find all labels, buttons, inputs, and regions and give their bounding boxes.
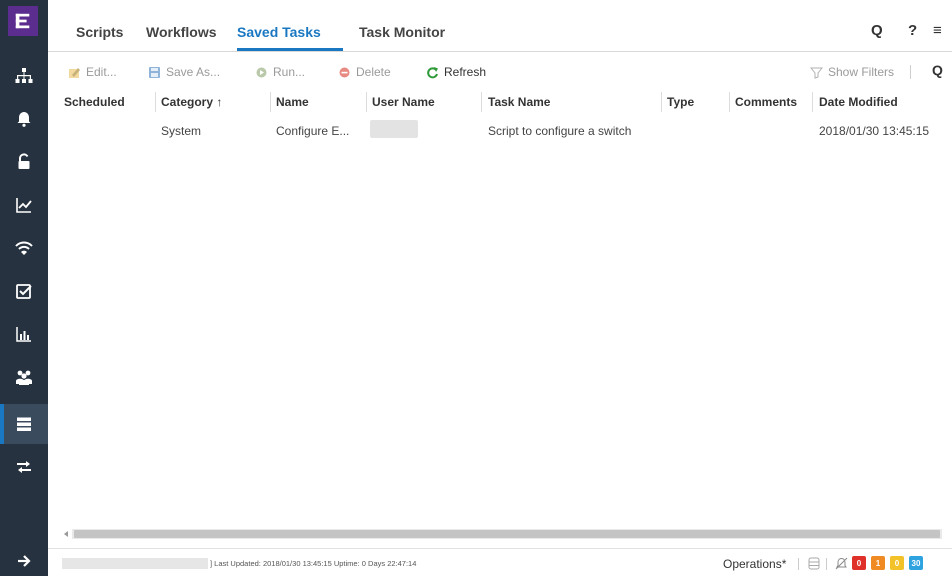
status-text: ] Last Updated: 2018/01/30 13:45:15 Upti… [210,559,417,568]
column-divider[interactable] [729,92,730,112]
expand-arrow-icon [18,555,31,567]
delete-icon [339,67,350,77]
edit-label: Edit... [86,65,117,79]
cell-date-modified: 2018/01/30 13:45:15 [819,124,930,138]
extreme-logo[interactable] [8,6,38,36]
column-divider[interactable] [270,92,271,112]
sidebar-item-tasks-check[interactable] [0,271,48,311]
filter-icon [810,67,823,79]
column-divider[interactable] [366,92,367,112]
info-alarms-badge[interactable]: 30 [909,556,923,570]
search-icon[interactable]: Q [871,22,883,39]
analytics-line-icon [16,198,32,213]
active-tab-indicator [237,48,343,51]
cell-name: Configure E... [276,124,350,138]
sidebar-item-alarms[interactable] [0,99,48,139]
status-divider [826,558,827,570]
column-divider[interactable] [661,92,662,112]
server-info-redacted [62,558,208,569]
saved-tasks-table: Scheduled Category ↑ Name User Name Task… [48,88,952,528]
delete-label: Delete [356,65,391,79]
alarm-bell-icon [17,112,31,127]
col-comments[interactable]: Comments [735,95,797,109]
save-as-label: Save As... [166,65,221,79]
refresh-icon [427,66,438,78]
toolbar: Edit... Save As... Run... Delete Refresh… [48,58,952,86]
help-icon[interactable]: ? [908,22,917,39]
sidebar-item-users[interactable] [0,357,48,397]
column-divider[interactable] [812,92,813,112]
operations-link[interactable]: Operations* [723,557,786,571]
refresh-button[interactable]: Refresh [426,63,486,81]
col-task-name[interactable]: Task Name [488,95,550,109]
status-bar: ] Last Updated: 2018/01/30 13:45:15 Upti… [48,548,952,576]
cell-task-name: Script to configure a switch [488,124,632,138]
tab-scripts[interactable]: Scripts [76,24,123,40]
sidebar-item-tasks[interactable] [0,404,48,444]
sidebar-expand-button[interactable] [0,546,48,576]
wireless-icon [15,241,33,255]
status-divider [798,558,799,570]
sidebar-item-administration[interactable] [0,447,48,487]
save-icon [149,66,160,78]
scroll-left-icon[interactable] [62,530,70,538]
app-window: Scripts Workflows Saved Tasks Task Monit… [0,0,952,576]
horizontal-scrollbar[interactable] [60,528,952,540]
sidebar-item-control[interactable] [0,142,48,182]
minor-alarms-badge[interactable]: 0 [890,556,904,570]
sidebar-item-analytics[interactable] [0,185,48,225]
col-scheduled[interactable]: Scheduled [64,95,125,109]
tasks-check-icon [16,284,32,299]
col-type[interactable]: Type [667,95,694,109]
cell-user-name-redacted [370,120,418,138]
column-divider[interactable] [481,92,482,112]
col-user-name[interactable]: User Name [372,95,435,109]
administration-arrows-icon [17,461,31,473]
lock-icon [18,153,30,169]
database-icon[interactable] [808,557,820,570]
menu-icon[interactable]: ≡ [933,22,942,39]
users-icon [16,370,32,385]
scroll-thumb[interactable] [74,530,940,538]
run-button[interactable]: Run... [255,63,305,81]
tab-task-monitor[interactable]: Task Monitor [359,24,445,40]
run-icon [256,67,267,77]
show-filters-label: Show Filters [828,65,895,79]
critical-alarms-badge[interactable]: 0 [852,556,866,570]
column-divider[interactable] [155,92,156,112]
edit-button[interactable]: Edit... [68,63,117,81]
alarm-off-icon[interactable] [835,557,848,570]
delete-button[interactable]: Delete [338,63,391,81]
col-category[interactable]: Category ↑ [161,95,222,109]
sidebar-item-network[interactable] [0,56,48,96]
top-tab-bar: Scripts Workflows Saved Tasks Task Monit… [48,0,952,52]
edit-icon [69,67,80,78]
reports-bar-icon [16,327,31,342]
run-label: Run... [273,65,306,79]
sidebar-item-wireless[interactable] [0,228,48,268]
table-search-icon[interactable]: Q [932,61,943,79]
tab-saved-tasks[interactable]: Saved Tasks [237,24,321,40]
network-icon [15,68,33,83]
major-alarms-badge[interactable]: 1 [871,556,885,570]
col-date-modified[interactable]: Date Modified [819,95,898,109]
tab-workflows[interactable]: Workflows [146,24,217,40]
sidebar [0,0,48,576]
extreme-logo-icon [15,13,30,29]
col-name[interactable]: Name [276,95,309,109]
toolbar-divider [910,65,911,79]
cell-category: System [161,124,202,138]
show-filters-button[interactable]: Show Filters [810,63,894,81]
tasks-list-icon [17,417,31,431]
sidebar-item-reports[interactable] [0,314,48,354]
refresh-label: Refresh [444,65,487,79]
save-as-button[interactable]: Save As... [148,63,220,81]
